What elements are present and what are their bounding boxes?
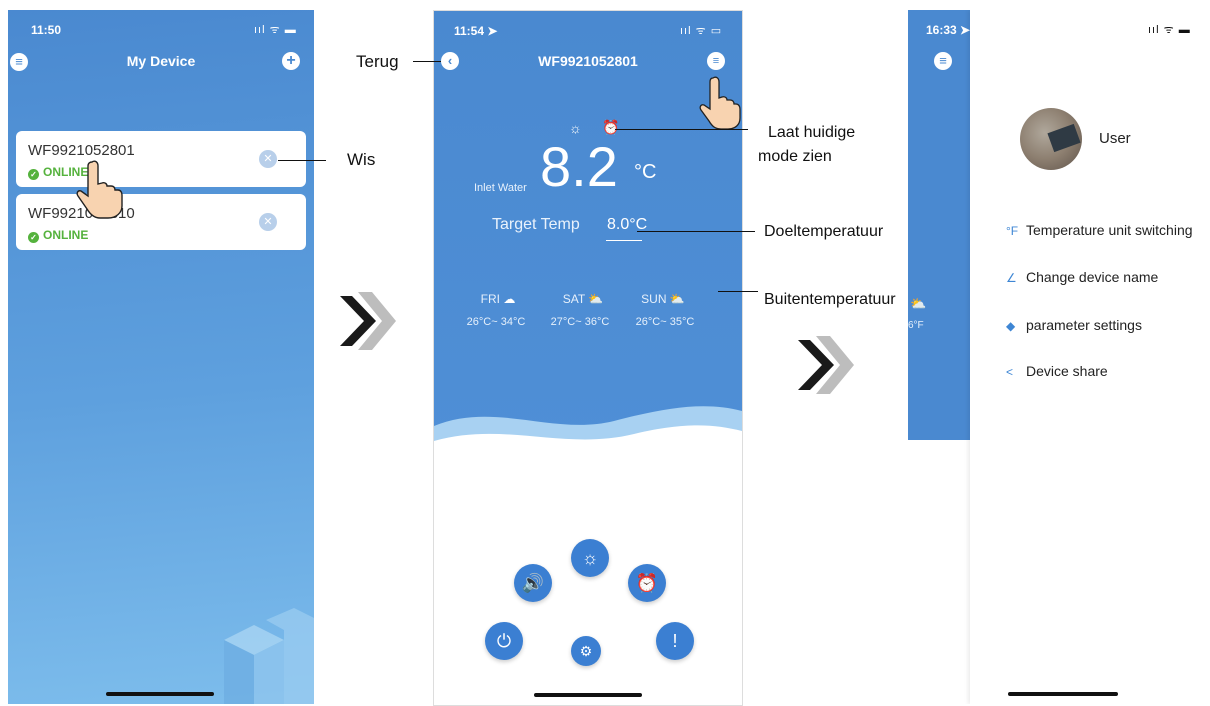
annotation-line [278, 160, 326, 161]
share-icon: < [1006, 365, 1014, 379]
hand-pointer-icon [699, 76, 741, 130]
annotation-back: Terug [356, 52, 399, 71]
peek-temperature: 6°F [908, 320, 924, 331]
status-time: 11:54 ➤ [454, 24, 498, 38]
partly-sunny-icon: ⛅ [669, 292, 685, 306]
edit-icon: ∠ [1006, 271, 1017, 285]
partly-sunny-icon: ⛅ [910, 296, 927, 311]
annotation-mode-2: mode zien [758, 148, 832, 165]
cloud-rain-icon: ☁ [503, 292, 516, 306]
delete-device-button[interactable]: ✕ [259, 150, 277, 168]
forecast-sat-range: 27°C~ 36°C [550, 316, 610, 328]
status-icons: ııl ᯤ ▬ [1148, 24, 1191, 36]
status-time: 11:50 [31, 23, 62, 37]
wave-decoration [434, 406, 742, 466]
target-label: Target Temp [492, 216, 580, 233]
status-icons: ııl ᯤ ▭ [680, 25, 723, 37]
side-drawer: ııl ᯤ ▬ User °F Temperature unit switchin… [970, 10, 1210, 704]
status-icons: ııl ᯤ ▬ [254, 24, 297, 36]
settings-icon: ◆ [1006, 319, 1016, 333]
partly-sunny-icon: ⛅ [588, 292, 604, 306]
check-icon: ✓ [28, 232, 39, 243]
inlet-label: Inlet Water [474, 182, 527, 194]
annotation-mode-1: Laat huidige [768, 124, 856, 141]
forecast-sat: SAT ⛅ [562, 292, 604, 306]
screen-user-menu: 16:33 ➤ ≡ ⛅ 6°F ııl ᯤ ▬ User °F Temperatu… [908, 10, 1210, 704]
avatar[interactable] [1020, 108, 1082, 170]
settings-button[interactable]: ⚙ [571, 636, 601, 666]
home-indicator [106, 692, 214, 696]
target-underline [606, 240, 642, 241]
status-time: 16:33 ➤ [926, 23, 971, 37]
annotation-line [413, 61, 441, 62]
plus-icon[interactable]: + [282, 52, 300, 70]
home-indicator [1008, 692, 1118, 696]
screen-my-device: 11:50 ııl ᯤ ▬ ≡ My Device + WF9921052801… [8, 10, 314, 704]
menu-parameter-settings[interactable]: ◆ parameter settings [1006, 317, 1142, 333]
device-title: WF9921052801 [538, 53, 638, 69]
menu-change-device-name[interactable]: ∠ Change device name [1006, 269, 1158, 285]
alarm-button[interactable]: ⏰ [628, 564, 666, 602]
power-button[interactable]: ⏻ [485, 622, 523, 660]
device-id: WF9921052801 [28, 142, 135, 159]
annotation-line [615, 129, 748, 130]
forecast-fri: FRI ☁ [480, 292, 516, 306]
annotation-delete: Wis [347, 150, 376, 169]
page-title: My Device [126, 53, 196, 69]
hand-pointer-icon [76, 160, 123, 219]
device-status: ✓ ONLINE [28, 228, 88, 243]
menu-temperature-unit[interactable]: °F Temperature unit switching [1006, 222, 1193, 238]
annotation-outside: Buitentemperatuur [764, 291, 896, 308]
screen-device-detail: 11:54 ➤ ııl ᯤ ▭ ‹ WF9921052801 ≡ ☼ ⏰ Inl… [433, 10, 743, 706]
list-icon[interactable]: ≡ [707, 52, 725, 70]
annotation-line [718, 291, 758, 292]
delete-device-button[interactable]: ✕ [259, 213, 277, 231]
buildings-decoration [224, 608, 314, 704]
alarm-icon[interactable]: ⏰ [602, 119, 619, 136]
annotation-line [637, 231, 755, 232]
background-screen-bottom [908, 440, 970, 704]
alert-button[interactable]: ! [656, 622, 694, 660]
current-temperature: 8.2 [540, 135, 618, 198]
home-indicator [534, 693, 642, 697]
menu-device-share[interactable]: < Device share [1006, 363, 1108, 379]
forecast-sun-range: 26°C~ 35°C [635, 316, 695, 328]
sun-icon: ☼ [569, 120, 582, 136]
forecast-sun: SUN ⛅ [641, 292, 685, 306]
temperature-unit: °C [634, 161, 657, 183]
sun-mode-button[interactable]: ☼ [571, 539, 609, 577]
volume-button[interactable]: 🔊 [514, 564, 552, 602]
forecast-fri-range: 26°C~ 34°C [466, 316, 526, 328]
menu-icon[interactable]: ≡ [934, 52, 952, 70]
thermometer-icon: °F [1006, 224, 1019, 238]
device-card-1[interactable]: WF9921052801 ✓ ONLINE ✕ [16, 131, 306, 187]
check-icon: ✓ [28, 169, 39, 180]
annotation-target: Doeltemperatuur [764, 223, 884, 240]
device-card-2[interactable]: WF9921052810 ✓ ONLINE ✕ [16, 194, 306, 250]
chevron-arrow-icon [798, 336, 854, 394]
chevron-arrow-icon [340, 292, 396, 350]
user-name: User [1099, 130, 1131, 147]
